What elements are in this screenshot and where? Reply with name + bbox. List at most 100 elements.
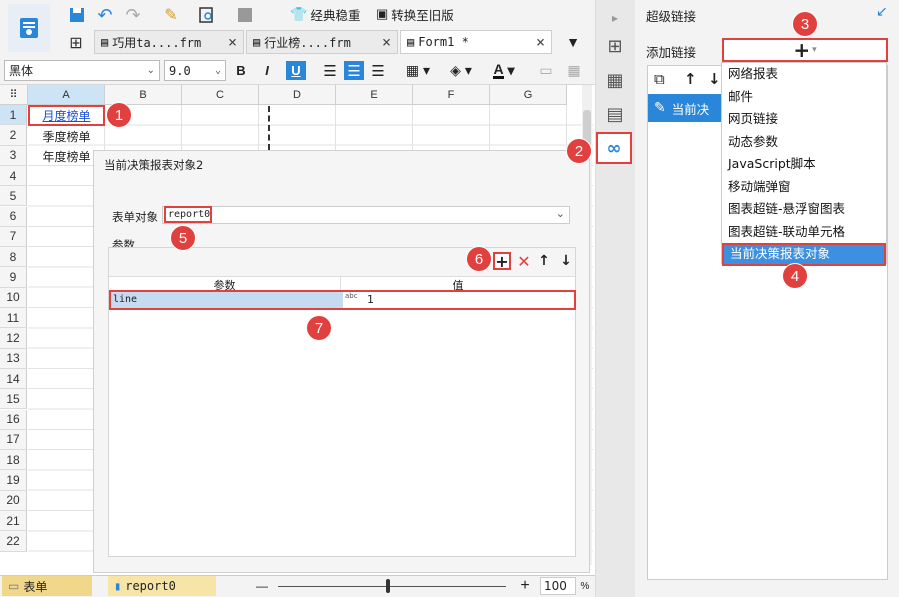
- param-row[interactable]: line abc 1: [109, 290, 576, 310]
- list-up-icon[interactable]: ↑: [684, 70, 697, 88]
- tab-label: 行业榜....frm: [264, 35, 351, 50]
- column-header-a[interactable]: A: [28, 85, 105, 105]
- zoom-value-input[interactable]: 100: [540, 577, 576, 595]
- column-header-c[interactable]: C: [182, 85, 259, 105]
- tab-label: Form1 *: [418, 35, 469, 49]
- row-header[interactable]: 12: [0, 328, 27, 349]
- menu-item-dynamic-param[interactable]: 动态参数: [722, 131, 886, 154]
- brush-icon[interactable]: ✎: [160, 4, 182, 26]
- save-icon[interactable]: [66, 4, 88, 26]
- move-down-icon[interactable]: ↓: [557, 251, 575, 271]
- tab-report[interactable]: ▮ report0: [108, 576, 216, 596]
- column-header-g[interactable]: G: [490, 85, 567, 105]
- font-size-select[interactable]: 9.0 ⌄: [164, 60, 226, 81]
- add-param-button[interactable]: +: [493, 252, 511, 271]
- param-name-cell[interactable]: line: [111, 292, 343, 308]
- menu-item-chart-float[interactable]: 图表超链-悬浮窗图表: [722, 198, 886, 221]
- add-link-dropdown[interactable]: + ▾: [722, 38, 888, 62]
- copy-icon[interactable]: ⧉: [654, 70, 665, 88]
- cell-attribute-icon[interactable]: ▦: [597, 64, 633, 96]
- row-header[interactable]: 2: [0, 125, 27, 146]
- value-type-icon[interactable]: abc: [345, 292, 363, 308]
- align-left-icon[interactable]: ☰: [320, 61, 340, 80]
- align-right-icon[interactable]: ☰: [368, 61, 388, 80]
- zoom-slider[interactable]: [278, 586, 506, 587]
- grid-icon[interactable]: [234, 4, 256, 26]
- row-header[interactable]: 13: [0, 348, 27, 369]
- classic-theme-button[interactable]: 👕 经典稳重: [290, 3, 360, 25]
- row-header[interactable]: 1: [0, 105, 27, 126]
- tab-form-label: 表单: [23, 579, 48, 594]
- table-icon[interactable]: ▦: [564, 61, 584, 80]
- tab-menu-icon[interactable]: ▼: [562, 32, 584, 52]
- zoom-slider-handle[interactable]: [386, 579, 390, 593]
- row-header[interactable]: 7: [0, 226, 27, 248]
- zoom-out-button[interactable]: —: [254, 577, 270, 595]
- fill-color-icon[interactable]: ◈ ▾: [444, 61, 478, 80]
- delete-param-icon[interactable]: ✕: [515, 251, 533, 271]
- cell-a1[interactable]: 月度榜单: [28, 105, 105, 126]
- close-icon[interactable]: ×: [536, 33, 545, 51]
- row-header[interactable]: 16: [0, 409, 27, 430]
- row-header[interactable]: 4: [0, 165, 27, 187]
- italic-button[interactable]: I: [258, 61, 276, 80]
- column-header-f[interactable]: F: [413, 85, 490, 105]
- font-color-icon[interactable]: A ▾: [488, 61, 520, 80]
- row-header[interactable]: 17: [0, 429, 27, 451]
- menu-item-javascript[interactable]: JavaScript脚本: [722, 153, 886, 176]
- dashed-divider: [268, 106, 270, 150]
- row-header[interactable]: 14: [0, 368, 27, 390]
- convert-old-button[interactable]: ▣ 转换至旧版: [376, 3, 454, 25]
- tab-report-label: report0: [125, 579, 176, 593]
- close-icon[interactable]: ×: [382, 33, 391, 51]
- row-header[interactable]: 5: [0, 186, 27, 207]
- column-header-d[interactable]: D: [259, 85, 336, 105]
- menu-item-web-report[interactable]: 网络报表: [722, 63, 886, 86]
- param-value-cell[interactable]: 1: [365, 292, 574, 308]
- tab-form[interactable]: ▭ 表单: [2, 576, 92, 596]
- font-select[interactable]: 黑体 ⌄: [4, 60, 160, 81]
- collapse-arrow-icon[interactable]: ↙: [876, 4, 888, 20]
- row-header[interactable]: 21: [0, 511, 27, 532]
- link-list-item[interactable]: ✎ 当前决: [648, 94, 728, 122]
- row-header[interactable]: 19: [0, 470, 27, 491]
- layout-icon[interactable]: ⊞: [597, 30, 633, 62]
- menu-item-current-report[interactable]: 当前决策报表对象: [722, 243, 886, 266]
- tab-file-2[interactable]: ▤ 行业榜....frm ×: [246, 30, 398, 54]
- column-header-e[interactable]: E: [336, 85, 413, 105]
- underline-button[interactable]: U: [286, 61, 306, 80]
- tab-file-1[interactable]: ▤ 巧用ta....frm ×: [94, 30, 244, 54]
- row-header[interactable]: 3: [0, 145, 27, 166]
- redo-icon[interactable]: ↷: [122, 4, 144, 26]
- close-icon[interactable]: ×: [228, 33, 237, 51]
- row-header[interactable]: 6: [0, 206, 27, 227]
- form-object-select[interactable]: ⌄: [162, 206, 570, 224]
- undo-icon[interactable]: ↶: [94, 4, 116, 26]
- menu-item-chart-linkage[interactable]: 图表超链-联动单元格: [722, 221, 886, 244]
- cell-a2[interactable]: 季度榜单: [28, 126, 105, 146]
- hyperlink-icon[interactable]: ∞: [596, 132, 632, 164]
- align-center-icon[interactable]: ☰: [344, 61, 364, 80]
- row-header[interactable]: 11: [0, 308, 27, 329]
- menu-item-web-link[interactable]: 网页链接: [722, 108, 886, 131]
- row-header[interactable]: 20: [0, 490, 27, 511]
- tab-file-3[interactable]: ▤ Form1 * ×: [400, 30, 552, 54]
- bold-button[interactable]: B: [232, 61, 250, 80]
- border-icon[interactable]: ▦ ▾: [402, 61, 434, 80]
- row-header[interactable]: 15: [0, 389, 27, 410]
- row-header[interactable]: 9: [0, 267, 27, 288]
- move-up-icon[interactable]: ↑: [535, 251, 553, 271]
- row-header[interactable]: 10: [0, 287, 27, 308]
- form-layout-icon[interactable]: ⊞: [66, 33, 86, 53]
- widget-icon[interactable]: ▤: [597, 98, 633, 130]
- preview-icon[interactable]: [196, 4, 218, 26]
- menu-item-mobile-popup[interactable]: 移动端弹窗: [722, 176, 886, 199]
- menu-item-email[interactable]: 邮件: [722, 86, 886, 109]
- row-header[interactable]: 22: [0, 531, 27, 552]
- app-menu-icon[interactable]: [8, 4, 50, 52]
- list-down-icon[interactable]: ↓: [708, 70, 721, 88]
- merge-icon[interactable]: ▭: [536, 61, 556, 80]
- zoom-in-button[interactable]: +: [516, 577, 534, 595]
- row-header[interactable]: 18: [0, 450, 27, 471]
- row-header[interactable]: 8: [0, 247, 27, 268]
